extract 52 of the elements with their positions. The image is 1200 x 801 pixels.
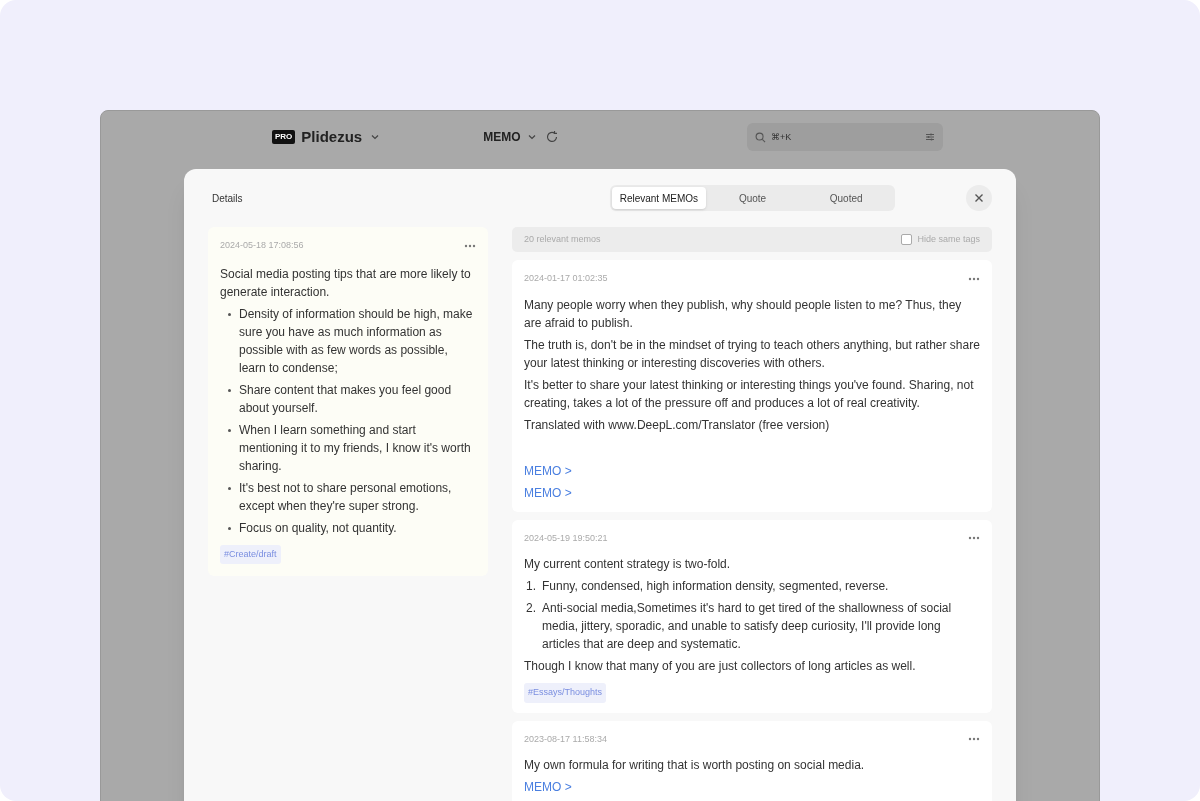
list-item-text: Share content that makes you feel good about yourself. — [239, 381, 453, 417]
list-item-text: Density of information should be high, make sure you have as much information as possible with as few words as possible, learn to condense; — [239, 305, 474, 377]
memo-text: The truth is, don't be in the mindset of trying to teach others anything, but rather share your latest thinking or interesting discoveries with others. — [524, 336, 980, 372]
bullet-icon — [228, 388, 231, 392]
memo-text: Though I know that many of you are just collectors of long articles as well. — [524, 658, 917, 675]
more-icon[interactable] — [968, 737, 980, 742]
memo-link[interactable]: MEMO > — [524, 485, 572, 500]
memo-timestamp: 2024-05-18 17:08:56 — [220, 239, 304, 252]
memo-text: Many people worry when they publish, why should people listen to me? Thus, they are afraid to publish. — [524, 296, 963, 332]
pro-badge: PRO — [272, 130, 296, 144]
search-field[interactable]: ⌘+K — [747, 123, 943, 151]
tag-chip[interactable]: #Create/draft — [220, 544, 281, 564]
search-icon — [755, 132, 766, 143]
memo-link[interactable]: MEMO > — [524, 780, 572, 794]
more-icon[interactable] — [968, 536, 980, 541]
more-icon[interactable] — [968, 276, 980, 281]
bullet-icon — [228, 526, 231, 530]
memo-text: It's better to share your latest thinking or interesting things you've found. Sharing, not creating, takes a lot of the pressure off and produces a lot of real creativity. — [524, 376, 975, 412]
list-item-text: Focus on quality, not quantity. — [239, 519, 397, 537]
view-selector[interactable]: MEMO — [483, 128, 521, 146]
checkbox[interactable] — [901, 234, 913, 245]
list-item-text: When I learn something and start mentioning it to my friends, I know it's worth sharing. — [239, 421, 472, 475]
dialog-title: Details — [211, 191, 244, 206]
list-item-text: Anti-social media,Sometimes it's hard to get tired of the shallowness of social media, jittery, sporadic, and unable to satisfy deep curiosity, I'll provide long articles that are deep and systematic. — [541, 600, 953, 653]
list-item-text: It's best not to share personal emotions, except when they're super strong. — [239, 479, 453, 515]
tab[interactable]: Quote — [705, 187, 800, 209]
memo-timestamp: 2024-01-17 01:02:35 — [524, 272, 608, 285]
bullet-icon — [228, 312, 231, 316]
list-number: 2. — [526, 600, 537, 617]
workspace-name[interactable]: Plidezus — [301, 125, 363, 149]
close-button[interactable] — [966, 185, 992, 211]
refresh-icon[interactable] — [544, 130, 559, 144]
memo-timestamp: 2023-08-17 11:58:34 — [524, 732, 607, 746]
memo-text: Social media posting tips that are more likely to generate interaction. — [220, 265, 472, 301]
filter-icon[interactable] — [925, 132, 935, 142]
bullet-icon — [228, 486, 231, 490]
relevant-count: 20 relevant memos — [524, 232, 601, 246]
chevron-down-icon[interactable] — [370, 132, 381, 142]
chevron-down-icon[interactable] — [526, 132, 537, 142]
memo-text: Translated with www.DeepL.com/Translator (free version) — [524, 416, 831, 434]
memo-text: My own formula for writing that is worth posting on social media. — [524, 757, 866, 774]
memo-text: My current content strategy is two-fold. — [524, 556, 732, 573]
memo-timestamp: 2024-05-19 19:50:21 — [524, 531, 608, 545]
bullet-icon — [228, 428, 231, 432]
memo-link[interactable]: MEMO > — [524, 463, 572, 478]
tag-chip[interactable]: #Essays/Thoughts — [524, 683, 607, 703]
tab[interactable]: Quoted — [799, 187, 893, 209]
close-icon — [974, 193, 984, 203]
list-item-text: Funny, condensed, high information density, segmented, reverse. — [541, 578, 889, 595]
more-icon[interactable] — [464, 243, 476, 248]
list-number: 1. — [526, 578, 537, 595]
tab[interactable]: Relevant MEMOs — [612, 187, 706, 209]
